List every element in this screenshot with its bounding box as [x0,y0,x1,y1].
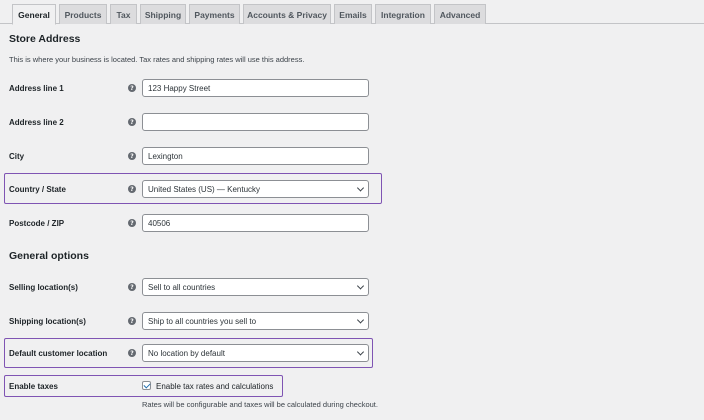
shipping-location-value: Ship to all countries you sell to [148,316,257,326]
postcode-label: Postcode / ZIP [9,219,65,228]
city-label: City [9,152,25,161]
enable-taxes-description: Rates will be configurable and taxes wil… [142,400,378,409]
help-icon[interactable]: ? [128,317,136,325]
store-address-heading: Store Address [9,33,81,45]
city-input[interactable]: Lexington [142,147,369,165]
tab-accounts-privacy[interactable]: Accounts & Privacy [243,4,331,24]
address-line-1-label: Address line 1 [9,84,64,93]
default-customer-location-label: Default customer location [9,349,108,358]
help-icon[interactable]: ? [128,349,136,357]
help-icon[interactable]: ? [128,152,136,160]
shipping-location-label: Shipping location(s) [9,317,86,326]
tab-products[interactable]: Products [59,4,107,24]
tab-shipping[interactable]: Shipping [140,4,186,24]
selling-location-select[interactable]: Sell to all countries [142,278,369,296]
tab-integration[interactable]: Integration [375,4,431,24]
address-line-2-input[interactable] [142,113,369,131]
country-state-select[interactable]: United States (US) — Kentucky [142,180,369,198]
store-address-description: This is where your business is located. … [9,55,305,64]
chevron-down-icon [356,184,365,192]
help-icon[interactable]: ? [128,118,136,126]
help-icon[interactable]: ? [128,219,136,227]
help-icon[interactable]: ? [128,185,136,193]
shipping-location-select[interactable]: Ship to all countries you sell to [142,312,369,330]
country-state-value: United States (US) — Kentucky [148,184,261,194]
help-icon[interactable]: ? [128,283,136,291]
address-line-1-input[interactable]: 123 Happy Street [142,79,369,97]
enable-taxes-checkbox[interactable] [142,381,151,390]
tab-emails[interactable]: Emails [334,4,372,24]
general-options-heading: General options [9,250,89,262]
enable-taxes-checkbox-label[interactable]: Enable tax rates and calculations [156,382,273,391]
tab-tax[interactable]: Tax [110,4,137,24]
postcode-input[interactable]: 40506 [142,214,369,232]
address-line-2-label: Address line 2 [9,118,64,127]
tab-payments[interactable]: Payments [189,4,240,24]
country-state-label: Country / State [9,185,66,194]
selling-location-label: Selling location(s) [9,283,78,292]
enable-taxes-label: Enable taxes [9,382,58,391]
chevron-down-icon [356,316,365,324]
tab-general[interactable]: General [12,4,56,25]
chevron-down-icon [356,282,365,290]
chevron-down-icon [356,348,365,356]
help-icon[interactable]: ? [128,84,136,92]
selling-location-value: Sell to all countries [148,282,216,292]
default-customer-location-select[interactable]: No location by default [142,344,369,362]
default-customer-location-value: No location by default [148,348,225,358]
tab-advanced[interactable]: Advanced [434,4,486,24]
settings-tabs: General Products Tax Shipping Payments A… [0,0,704,25]
